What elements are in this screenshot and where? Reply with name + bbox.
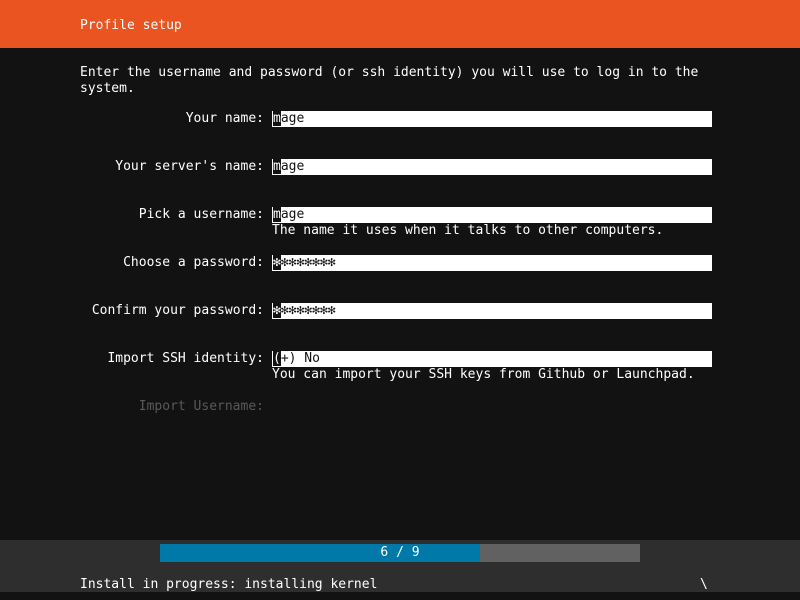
form-row-confirm-password: Confirm your password: ✻✻✻✻✻✻✻✻ (0, 303, 800, 319)
spinner-icon: \ (700, 577, 708, 592)
input-cursor: m (273, 207, 281, 222)
hint-ssh-identity: You can import your SSH keys from Github… (272, 367, 695, 382)
select-ssh-identity[interactable]: (+) No (272, 351, 712, 367)
label-your-name: Your name: (185, 111, 264, 126)
input-cursor: ✻ (273, 303, 281, 318)
form-row-username: Pick a username: mage (0, 207, 800, 223)
form-row-import-username: Import Username: (0, 399, 800, 415)
input-cursor: ✻ (273, 255, 281, 270)
form-row-ssh-identity: Import SSH identity: (+) No (0, 351, 800, 367)
intro-text: Enter the username and password (or ssh … (80, 65, 707, 96)
input-value: age (280, 111, 305, 126)
input-username[interactable]: mage (272, 207, 712, 223)
input-value: age (280, 207, 305, 222)
input-your-name[interactable]: mage (272, 111, 712, 127)
input-server-name[interactable]: mage (272, 159, 712, 175)
input-confirm-password[interactable]: ✻✻✻✻✻✻✻✻ (272, 303, 712, 319)
label-password: Choose a password: (123, 255, 264, 270)
expander-icon: ( (273, 351, 281, 366)
input-password[interactable]: ✻✻✻✻✻✻✻✻ (272, 255, 712, 271)
page-title: Profile setup (80, 18, 182, 33)
select-value: +) No (280, 351, 320, 366)
form-row-password: Choose a password: ✻✻✻✻✻✻✻✻ (0, 255, 800, 271)
form-row-your-name: Your name: mage (0, 111, 800, 127)
label-ssh-identity: Import SSH identity: (107, 351, 264, 366)
hint-server-name: The name it uses when it talks to other … (272, 223, 664, 238)
bottom-strip (0, 592, 800, 600)
header-bar: Profile setup (0, 0, 800, 48)
footer-bar: 6 / 9 Install in progress: installing ke… (0, 540, 800, 592)
input-cursor: m (273, 111, 281, 126)
install-status-text: Install in progress: installing kernel (80, 577, 378, 592)
label-confirm-password: Confirm your password: (91, 303, 264, 318)
label-server-name: Your server's name: (115, 159, 264, 174)
input-cursor: m (273, 159, 281, 174)
input-value: age (280, 159, 305, 174)
form-content: Enter the username and password (or ssh … (0, 48, 800, 582)
form-row-server-name: Your server's name: mage (0, 159, 800, 175)
input-value: ✻✻✻✻✻✻✻ (280, 255, 336, 270)
label-import-username: Import Username: (138, 399, 264, 414)
installer-screen: Profile setup Enter the username and pas… (0, 0, 800, 600)
progress-bar: 6 / 9 (160, 544, 640, 562)
progress-bar-label: 6 / 9 (380, 545, 420, 560)
label-username: Pick a username: (138, 207, 264, 222)
input-value: ✻✻✻✻✻✻✻ (280, 303, 336, 318)
